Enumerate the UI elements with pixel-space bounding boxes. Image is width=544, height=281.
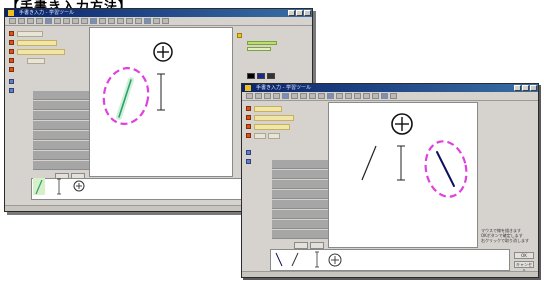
- window-after-overlay: [275, 113, 468, 268]
- preview-plus-circle-icon: [328, 253, 342, 267]
- vertical-stroke: [397, 145, 405, 181]
- slash-stroke: [361, 145, 377, 181]
- preview-backslash-stroke: [275, 252, 283, 267]
- plus-circle-icon: [391, 113, 413, 135]
- preview-vertical-stroke: [315, 251, 319, 268]
- preview-slash-stroke: [291, 252, 299, 267]
- blue-handwritten-stroke: [436, 151, 455, 187]
